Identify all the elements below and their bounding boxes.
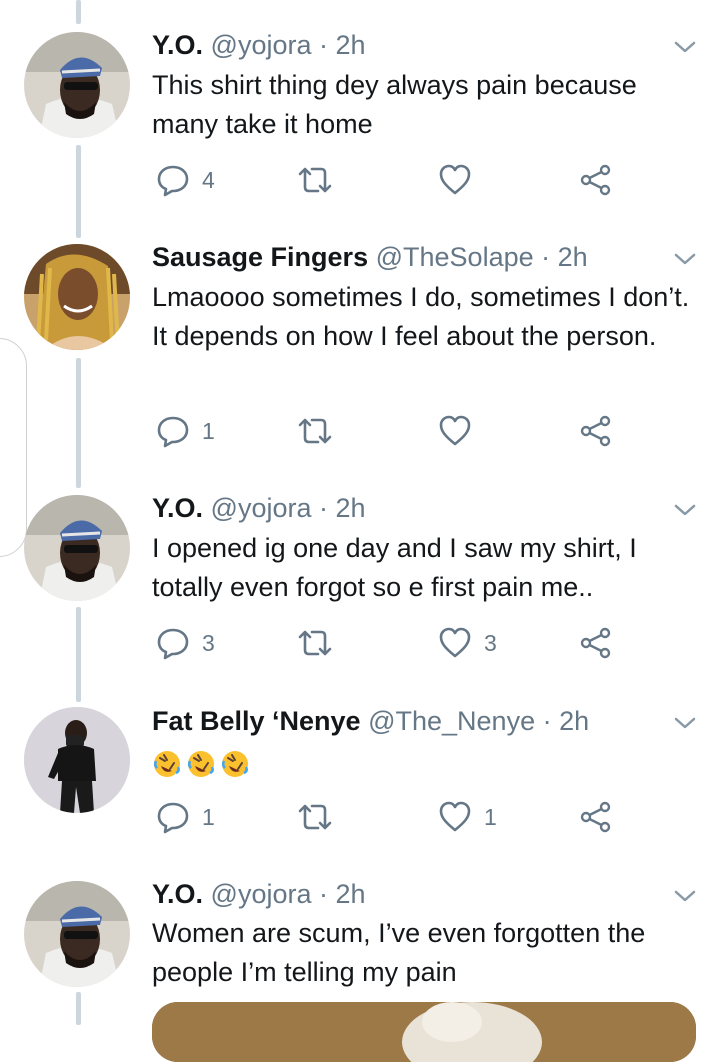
heart-icon: [439, 627, 471, 658]
avatar[interactable]: [24, 707, 130, 813]
reply-button[interactable]: 3: [156, 623, 215, 663]
timestamp[interactable]: 2h: [336, 879, 366, 909]
timestamp[interactable]: 2h: [558, 242, 588, 272]
tweet-text: This shirt thing dey always pain because…: [152, 70, 637, 139]
tweet-actions: 1: [156, 411, 626, 451]
avatar[interactable]: [24, 244, 130, 350]
tweet-header: Y.O. @yojora · 2h: [152, 877, 366, 911]
tweet-header: Y.O. @yojora · 2h: [152, 491, 366, 525]
thread-line: [76, 0, 81, 24]
retweet-button[interactable]: [296, 411, 346, 451]
timestamp[interactable]: 2h: [336, 30, 366, 60]
tweet-text: Women are scum, I’ve even forgotten the …: [152, 918, 646, 987]
reply-count: 1: [202, 417, 215, 444]
reply-button[interactable]: 4: [156, 160, 215, 200]
media-preview[interactable]: [152, 1002, 696, 1062]
avatar[interactable]: [24, 495, 130, 601]
reply-button[interactable]: 1: [156, 411, 215, 451]
retweet-button[interactable]: [296, 623, 346, 663]
like-button[interactable]: [438, 411, 484, 451]
reply-icon: [157, 802, 189, 834]
separator-dot: ·: [319, 879, 329, 909]
chevron-down-icon[interactable]: [672, 714, 698, 732]
retweet-button[interactable]: [296, 160, 346, 200]
tweet-text: I opened ig one day and I saw my shirt, …: [152, 533, 637, 602]
user-handle[interactable]: @The_Nenye: [368, 706, 535, 736]
reply-count: 4: [202, 166, 215, 193]
like-count: 3: [484, 629, 497, 656]
rolling-on-floor-laughing-icon: [153, 750, 180, 777]
share-button[interactable]: [578, 797, 612, 837]
chevron-down-icon[interactable]: [672, 887, 698, 905]
like-button[interactable]: 1: [438, 797, 497, 837]
tweet-actions: 1 1: [156, 797, 626, 837]
reply-count: 3: [202, 629, 215, 656]
separator-dot: ·: [319, 493, 329, 523]
share-button[interactable]: [578, 411, 612, 451]
thread-line: [76, 145, 81, 238]
display-name[interactable]: Y.O.: [152, 30, 203, 60]
chevron-down-icon[interactable]: [672, 501, 698, 519]
user-handle[interactable]: @yojora: [211, 879, 312, 909]
like-count: 1: [484, 803, 497, 830]
heart-icon: [439, 415, 471, 446]
share-icon: [580, 801, 611, 833]
retweet-icon: [298, 167, 332, 193]
retweet-icon: [298, 630, 332, 656]
tweet-text: [152, 743, 704, 782]
thread-line: [76, 607, 81, 702]
rolling-on-floor-laughing-icon: [221, 750, 248, 777]
like-button[interactable]: 3: [438, 623, 497, 663]
chevron-down-icon[interactable]: [672, 38, 698, 56]
rolling-on-floor-laughing-icon: [187, 750, 214, 777]
tweet-header: Sausage Fingers @TheSolape · 2h: [152, 240, 588, 274]
side-drawer-handle[interactable]: [0, 338, 27, 557]
retweet-icon: [298, 418, 332, 444]
share-icon: [580, 415, 611, 447]
share-icon: [580, 164, 611, 196]
share-button[interactable]: [578, 623, 612, 663]
reply-icon: [157, 165, 189, 197]
tweet-actions: 3 3: [156, 623, 626, 663]
separator-dot: ·: [542, 706, 552, 736]
reply-icon: [157, 416, 189, 448]
share-icon: [580, 627, 611, 659]
tweet-header: Y.O. @yojora · 2h: [152, 28, 366, 62]
retweet-button[interactable]: [296, 797, 346, 837]
user-handle[interactable]: @yojora: [211, 30, 312, 60]
tweet-actions: 4: [156, 160, 626, 200]
thread-line: [76, 992, 81, 1025]
display-name[interactable]: Y.O.: [152, 493, 203, 523]
avatar[interactable]: [24, 881, 130, 987]
display-name[interactable]: Fat Belly ‘Nenye: [152, 706, 361, 736]
timestamp[interactable]: 2h: [336, 493, 366, 523]
thread-line: [76, 358, 81, 488]
avatar[interactable]: [24, 32, 130, 138]
tweet-text: Lmaoooo sometimes I do, sometimes I don’…: [152, 282, 690, 351]
share-button[interactable]: [578, 160, 612, 200]
separator-dot: ·: [319, 30, 329, 60]
reply-icon: [157, 628, 189, 660]
tweet-header: Fat Belly ‘Nenye @The_Nenye · 2h: [152, 704, 589, 738]
user-handle[interactable]: @yojora: [211, 493, 312, 523]
heart-icon: [439, 164, 471, 195]
reply-count: 1: [202, 803, 215, 830]
reply-button[interactable]: 1: [156, 797, 215, 837]
like-button[interactable]: [438, 160, 484, 200]
display-name[interactable]: Y.O.: [152, 879, 203, 909]
separator-dot: ·: [541, 242, 551, 272]
user-handle[interactable]: @TheSolape: [376, 242, 534, 272]
display-name[interactable]: Sausage Fingers: [152, 242, 368, 272]
heart-icon: [439, 801, 471, 832]
chevron-down-icon[interactable]: [672, 250, 698, 268]
retweet-icon: [298, 804, 332, 830]
timestamp[interactable]: 2h: [559, 706, 589, 736]
